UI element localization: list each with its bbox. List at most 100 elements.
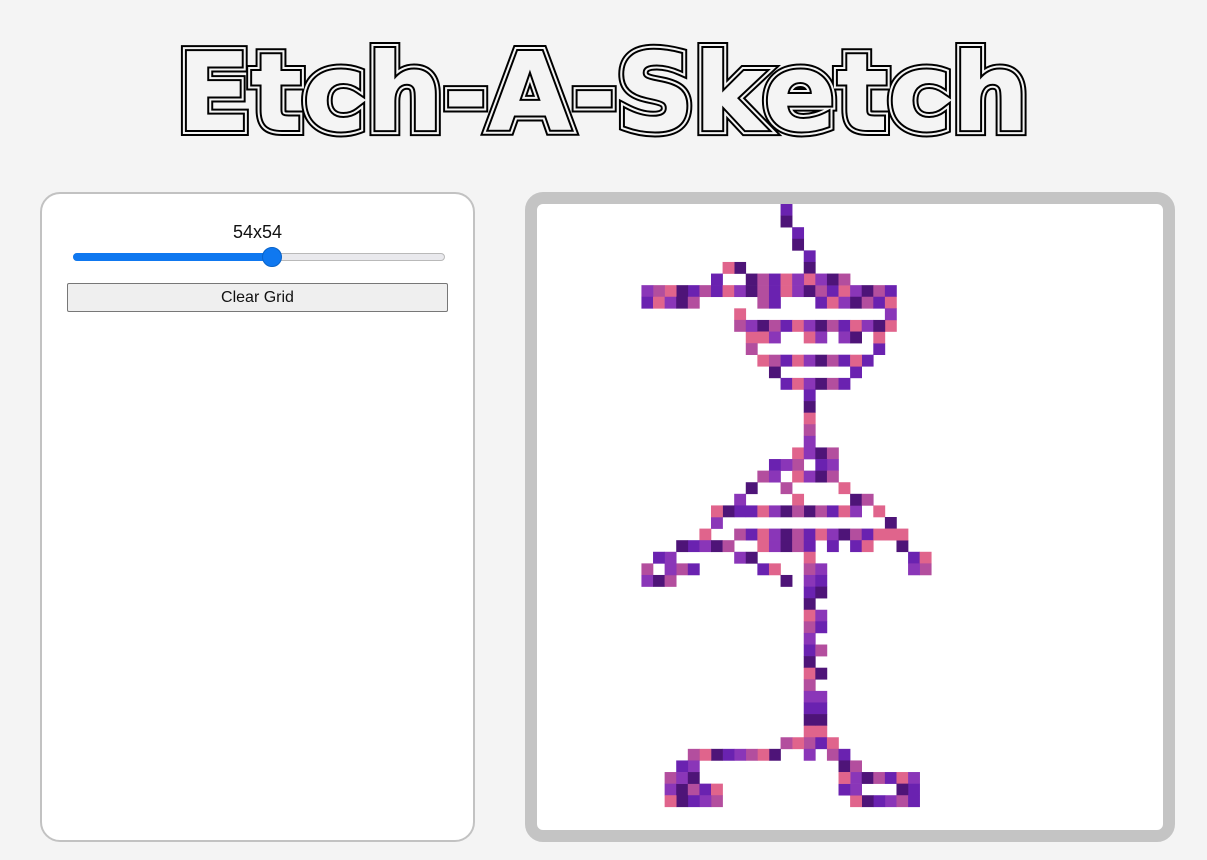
- grid-cell-filled[interactable]: [803, 667, 816, 680]
- grid-cell-filled[interactable]: [734, 308, 747, 321]
- grid-cell-filled[interactable]: [687, 783, 700, 796]
- grid-cell-filled[interactable]: [861, 528, 874, 541]
- grid-cell-filled[interactable]: [734, 748, 747, 761]
- grid-cell-filled[interactable]: [780, 459, 793, 471]
- grid-cell-filled[interactable]: [641, 574, 654, 587]
- grid-cell-filled[interactable]: [884, 528, 897, 541]
- grid-cell-filled[interactable]: [711, 783, 723, 796]
- grid-cell-filled[interactable]: [803, 354, 816, 367]
- grid-cell-filled[interactable]: [850, 285, 862, 298]
- grid-cell-filled[interactable]: [803, 401, 816, 413]
- grid-cell-filled[interactable]: [861, 493, 874, 506]
- grid-cell-filled[interactable]: [734, 285, 747, 298]
- grid-cell-filled[interactable]: [757, 285, 770, 298]
- grid-cell-filled[interactable]: [838, 273, 851, 286]
- grid-cell-filled[interactable]: [687, 760, 700, 773]
- grid-cell-filled[interactable]: [722, 261, 735, 274]
- grid-cell-filled[interactable]: [699, 528, 712, 541]
- grid-cell-filled[interactable]: [838, 505, 851, 518]
- grid-cell-filled[interactable]: [803, 714, 816, 726]
- grid-cell-filled[interactable]: [768, 528, 781, 541]
- grid-cell-filled[interactable]: [699, 783, 712, 796]
- grid-cell-filled[interactable]: [803, 632, 816, 645]
- grid-cell-filled[interactable]: [734, 551, 747, 564]
- grid-cell-filled[interactable]: [815, 377, 828, 390]
- grid-cell-filled[interactable]: [699, 285, 712, 298]
- grid-cell-filled[interactable]: [768, 296, 781, 309]
- grid-cell-filled[interactable]: [745, 343, 758, 355]
- grid-cell-filled[interactable]: [850, 296, 862, 309]
- grid-cell-filled[interactable]: [861, 296, 874, 309]
- grid-cell-filled[interactable]: [850, 760, 862, 773]
- grid-cell-filled[interactable]: [687, 795, 700, 808]
- grid-cell-filled[interactable]: [664, 795, 677, 808]
- grid-cell-filled[interactable]: [699, 748, 712, 761]
- grid-cell-filled[interactable]: [826, 354, 839, 367]
- grid-cell-filled[interactable]: [745, 331, 758, 344]
- grid-cell-filled[interactable]: [768, 505, 781, 518]
- grid-cell-filled[interactable]: [838, 772, 851, 784]
- grid-cell-filled[interactable]: [711, 273, 723, 286]
- grid-cell-filled[interactable]: [745, 551, 758, 564]
- grid-cell-filled[interactable]: [687, 296, 700, 309]
- grid-cell-filled[interactable]: [861, 772, 874, 784]
- grid-cell-filled[interactable]: [873, 319, 886, 332]
- grid-cell-filled[interactable]: [757, 319, 770, 332]
- grid-cell-filled[interactable]: [815, 459, 828, 471]
- grid-cell-filled[interactable]: [815, 621, 828, 634]
- grid-cell-filled[interactable]: [815, 667, 828, 680]
- grid-cell-filled[interactable]: [780, 215, 793, 228]
- grid-cell-filled[interactable]: [780, 273, 793, 286]
- grid-cell-filled[interactable]: [711, 795, 723, 808]
- grid-cell-filled[interactable]: [803, 598, 816, 611]
- grid-cell-filled[interactable]: [803, 656, 816, 668]
- grid-cell-filled[interactable]: [653, 574, 665, 587]
- grid-cell-filled[interactable]: [745, 748, 758, 761]
- grid-cell-filled[interactable]: [780, 482, 793, 495]
- grid-cell-filled[interactable]: [838, 482, 851, 495]
- grid-cell-filled[interactable]: [653, 285, 665, 298]
- grid-size-slider[interactable]: [71, 246, 447, 268]
- grid-cell-filled[interactable]: [768, 285, 781, 298]
- grid-cell-filled[interactable]: [884, 517, 897, 529]
- grid-cell-filled[interactable]: [908, 772, 920, 784]
- grid-cell-filled[interactable]: [676, 285, 689, 298]
- grid-cell-filled[interactable]: [803, 725, 816, 738]
- grid-cell-filled[interactable]: [919, 551, 932, 564]
- grid-cell-filled[interactable]: [884, 296, 897, 309]
- grid-cell-filled[interactable]: [838, 783, 851, 796]
- grid-cell-filled[interactable]: [838, 296, 851, 309]
- grid-cell-filled[interactable]: [792, 273, 805, 286]
- grid-cell-filled[interactable]: [815, 319, 828, 332]
- grid-cell-filled[interactable]: [861, 795, 874, 808]
- grid-cell-filled[interactable]: [687, 285, 700, 298]
- grid-cell-filled[interactable]: [803, 574, 816, 587]
- grid-cell-filled[interactable]: [826, 748, 839, 761]
- grid-cell-filled[interactable]: [757, 528, 770, 541]
- grid-cell-filled[interactable]: [850, 493, 862, 506]
- grid-cell-filled[interactable]: [826, 319, 839, 332]
- grid-cell-filled[interactable]: [896, 783, 909, 796]
- grid-cell-filled[interactable]: [803, 412, 816, 425]
- grid-cell-filled[interactable]: [792, 285, 805, 298]
- grid-cell-filled[interactable]: [884, 319, 897, 332]
- grid-cell-filled[interactable]: [676, 795, 689, 808]
- grid-cell-filled[interactable]: [815, 574, 828, 587]
- grid-cell-filled[interactable]: [861, 319, 874, 332]
- grid-cell-filled[interactable]: [908, 795, 920, 808]
- grid-cell-filled[interactable]: [850, 331, 862, 344]
- grid-cell-filled[interactable]: [826, 273, 839, 286]
- grid-cell-filled[interactable]: [711, 505, 723, 518]
- grid-cell-filled[interactable]: [664, 285, 677, 298]
- grid-cell-filled[interactable]: [838, 528, 851, 541]
- grid-cell-filled[interactable]: [792, 354, 805, 367]
- grid-cell-filled[interactable]: [734, 505, 747, 518]
- grid-cell-filled[interactable]: [757, 296, 770, 309]
- grid-cell-filled[interactable]: [792, 238, 805, 251]
- grid-cell-filled[interactable]: [815, 447, 828, 460]
- grid-cell-filled[interactable]: [792, 377, 805, 390]
- grid-cell-filled[interactable]: [826, 285, 839, 298]
- grid-cell-filled[interactable]: [826, 470, 839, 483]
- grid-cell-filled[interactable]: [757, 563, 770, 576]
- grid-cell-filled[interactable]: [664, 296, 677, 309]
